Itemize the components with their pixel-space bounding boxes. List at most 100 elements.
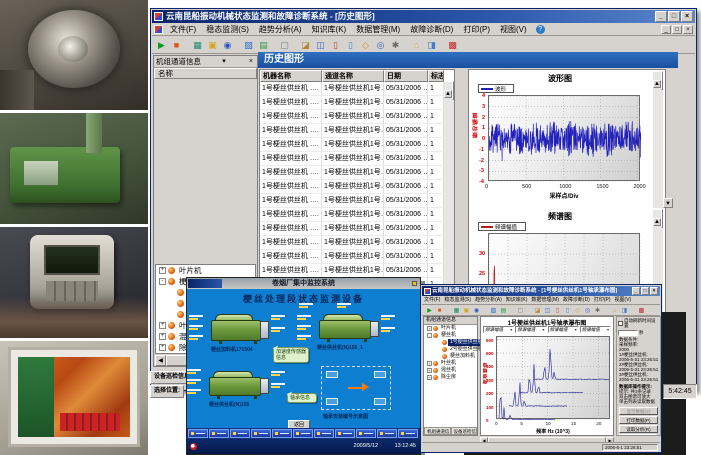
- mdi-control-button[interactable]: □: [672, 25, 682, 34]
- taskbar-item[interactable]: [293, 429, 313, 438]
- tree-expand-icon[interactable]: +: [427, 361, 432, 366]
- tree-expand-icon[interactable]: +: [427, 326, 432, 331]
- tree-expand-icon[interactable]: +: [427, 368, 432, 373]
- machine-graphic-feeder[interactable]: [211, 314, 269, 344]
- scroll-thumb[interactable]: [661, 209, 663, 228]
- toolbar-icon[interactable]: ▶: [425, 306, 434, 315]
- toolbar-icon[interactable]: ▶: [155, 38, 168, 51]
- tree-panel-header[interactable]: 机组通道信息: [424, 317, 477, 325]
- menu-item[interactable]: 视图(V): [613, 296, 634, 305]
- tree-expand-icon[interactable]: -: [427, 333, 432, 338]
- spectrum-amplitude-select[interactable]: 频谱幅值▾: [515, 326, 546, 333]
- tree-expand-icon[interactable]: [168, 311, 175, 318]
- table-row[interactable]: 1号梗丝供丝机 …. 1号梗丝供丝机1号… 05/31/2006 … 1: [260, 110, 454, 124]
- table-row[interactable]: 1号梗丝供丝机 …. 1号梗丝供丝机1号… 05/31/2006 … 1: [260, 124, 454, 138]
- analysis-titlebar[interactable]: 云南昆船振动机械状态监测和故障诊断系统 - [1号梗丝供丝机1号轴承瀑布图] _…: [422, 286, 660, 296]
- table-row[interactable]: 1号梗丝供丝机 …. 1号梗丝供丝机1号… 05/31/2006 … 1: [260, 194, 454, 208]
- taskbar-item[interactable]: [230, 429, 250, 438]
- refresh-seconds-input[interactable]: [618, 330, 638, 336]
- tree-panel-header[interactable]: 机组通道信息 ▾ ×: [154, 56, 257, 68]
- spectrum-amplitude-select[interactable]: 频谱幅值▾: [483, 326, 514, 333]
- tree-item[interactable]: + 除尘房: [424, 374, 477, 381]
- menu-item[interactable]: 故障诊断(D): [405, 23, 458, 36]
- window-control-button[interactable]: _: [655, 11, 667, 22]
- menu-item[interactable]: 打印(P): [592, 296, 613, 305]
- spectrum-amplitude-select[interactable]: 频谱幅值▾: [548, 326, 579, 333]
- scada-titlebar[interactable]: 卷烟厂集中监控系统: [187, 278, 420, 289]
- window-control-button[interactable]: ×: [681, 11, 693, 22]
- toolbar-icon[interactable]: ▧: [489, 306, 498, 315]
- tree-expand-icon[interactable]: [436, 354, 441, 359]
- spectrum-amplitude-select[interactable]: 频谱幅值▾: [580, 326, 611, 333]
- table-row[interactable]: 1号梗丝供丝机 …. 1号梗丝供丝机1号… 05/31/2006 … 1: [260, 236, 454, 250]
- toolbar-icon[interactable]: ◉: [472, 306, 481, 315]
- tree-item[interactable]: 2号梗丝供丝机: [424, 346, 477, 353]
- machine-graphic-supply-2[interactable]: [209, 371, 269, 399]
- toolbar-icon[interactable]: ◨: [425, 38, 438, 51]
- toolbar-icon[interactable]: ▯: [553, 306, 562, 315]
- menu-item[interactable]: 文件(F): [165, 23, 201, 36]
- toolbar-icon[interactable]: ▤: [257, 38, 270, 51]
- menu-item[interactable]: 稳态监测(S): [201, 23, 254, 36]
- column-header-flag[interactable]: 标志: [428, 70, 444, 82]
- auto-refresh-checkbox[interactable]: [618, 321, 623, 326]
- table-row[interactable]: 1号梗丝供丝机 …. 1号梗丝供丝机1号… 05/31/2006 … 1: [260, 138, 454, 152]
- table-row[interactable]: 1号梗丝供丝机 …. 1号梗丝供丝机1号… 05/31/2006 … 1: [260, 222, 454, 236]
- menu-item[interactable]: 数据管理(M): [351, 23, 405, 36]
- toolbar-icon[interactable]: ▤: [499, 306, 508, 315]
- menu-item[interactable]: 故障诊断(D): [561, 296, 592, 305]
- toolbar-icon[interactable]: ✱: [389, 38, 402, 51]
- toolbar-icon[interactable]: ▢: [516, 306, 525, 315]
- taskbar-item[interactable]: [251, 429, 271, 438]
- menu-item[interactable]: 打印(P): [458, 23, 495, 36]
- toolbar-icon[interactable]: ◉: [221, 38, 234, 51]
- window-control-button[interactable]: ×: [650, 287, 658, 295]
- waveform-scrollbar[interactable]: ▲ ▼: [653, 72, 663, 208]
- tree-expand-icon[interactable]: +: [159, 333, 166, 340]
- toolbar-icon[interactable]: ■: [170, 38, 183, 51]
- tree-item[interactable]: + 叶片机: [424, 325, 477, 332]
- toolbar-icon[interactable]: ◇: [359, 38, 372, 51]
- menu-item[interactable]: 知识库(K): [504, 296, 530, 305]
- scroll-thumb[interactable]: [452, 81, 454, 100]
- toolbar-icon[interactable]: ▯: [344, 38, 357, 51]
- tree-item[interactable]: - 梗丝机: [424, 332, 477, 339]
- table-row[interactable]: 1号梗丝供丝机 …. 1号梗丝供丝机1号… 05/31/2006 … 1: [260, 96, 454, 110]
- tree-item[interactable]: + 叶丝机: [424, 360, 477, 367]
- tree-expand-icon[interactable]: [436, 347, 441, 352]
- tree-item[interactable]: 1号梗丝供丝机: [424, 339, 477, 346]
- tree-expand-icon[interactable]: -: [159, 278, 166, 285]
- toolbar-icon[interactable]: ◇: [573, 306, 582, 315]
- taskbar-item[interactable]: [356, 429, 376, 438]
- taskbar-item[interactable]: [377, 429, 397, 438]
- tree-expand-icon[interactable]: +: [159, 267, 166, 274]
- toolbar-icon[interactable]: ▦: [452, 306, 461, 315]
- scroll-up-icon[interactable]: ▲: [653, 80, 661, 88]
- toolbar-icon[interactable]: ▢: [278, 38, 291, 51]
- scroll-down-icon[interactable]: ▼: [663, 198, 673, 208]
- menu-item[interactable]: 稳态监测(S): [442, 296, 473, 305]
- scroll-up-icon[interactable]: ▲: [653, 218, 661, 226]
- panel-button[interactable]: 显示数据(S): [619, 407, 658, 415]
- mdi-control-button[interactable]: ×: [683, 25, 693, 34]
- toolbar-icon[interactable]: ▯: [563, 306, 572, 315]
- tree-expand-icon[interactable]: +: [159, 322, 166, 329]
- taskbar-item[interactable]: [188, 429, 208, 438]
- table-row[interactable]: 1号梗丝供丝机 …. 1号梗丝供丝机1号… 05/31/2006 … 1: [260, 152, 454, 166]
- toolbar-icon[interactable]: ◎: [374, 38, 387, 51]
- toolbar-icon[interactable]: ◫: [543, 306, 552, 315]
- window-control-button[interactable]: □: [668, 11, 680, 22]
- table-row[interactable]: 1号梗丝供丝机 …. 1号梗丝供丝机1号… 05/31/2006 … 1: [260, 264, 454, 278]
- table-row[interactable]: 1号梗丝供丝机 …. 1号梗丝供丝机1号… 05/31/2006 … 1: [260, 250, 454, 264]
- table-row[interactable]: 1号梗丝供丝机 …. 1号梗丝供丝机1号… 05/31/2006 … 1: [260, 208, 454, 222]
- toolbar-icon[interactable]: ▩: [637, 306, 646, 315]
- toolbar-icon[interactable]: ▣: [206, 38, 219, 51]
- toolbar-icon[interactable]: ■: [435, 306, 444, 315]
- tree-item[interactable]: + 叶片机: [156, 265, 255, 276]
- tree-column-header[interactable]: 名称: [154, 68, 257, 79]
- toolbar-icon[interactable]: ▯: [329, 38, 342, 51]
- tree-item[interactable]: 梗丝加料机: [424, 353, 477, 360]
- peek-select-location[interactable]: 选择位置:: [150, 385, 184, 398]
- taskbar-item[interactable]: [209, 429, 229, 438]
- menu-item[interactable]: 知识库(K): [307, 23, 352, 36]
